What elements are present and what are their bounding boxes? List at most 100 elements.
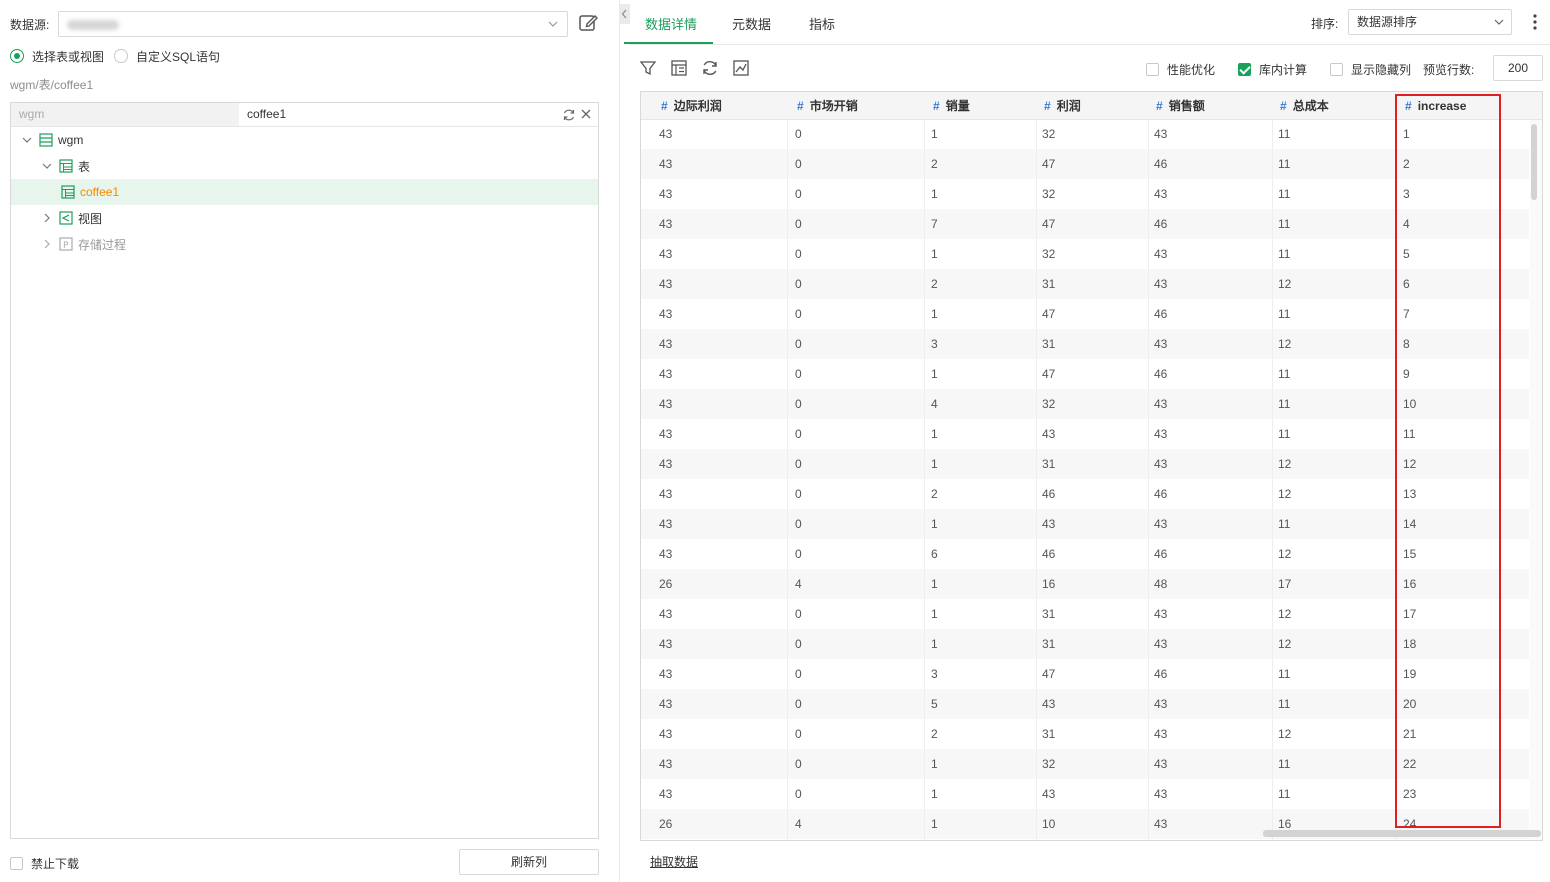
close-icon[interactable] <box>580 108 592 120</box>
tree-node-coffee1[interactable]: coffee1 <box>11 179 598 205</box>
table-cell: 47 <box>1042 307 1056 321</box>
tree-node-tables[interactable]: 表 <box>11 153 598 179</box>
table-cell: 0 <box>795 247 802 261</box>
column-header[interactable]: # 市场开销 <box>797 92 858 120</box>
preview-rows-label: 预览行数: <box>1423 63 1475 77</box>
table-cell: 2 <box>931 157 938 171</box>
table-cell: 10 <box>1042 817 1056 831</box>
more-vertical-icon[interactable] <box>1529 13 1541 31</box>
panel-divider[interactable] <box>619 0 620 882</box>
ban-download-checkbox[interactable] <box>10 857 23 870</box>
table-cell: 43 <box>1154 277 1168 291</box>
perf-checkbox[interactable] <box>1146 63 1159 76</box>
table-cell: 31 <box>1042 637 1056 651</box>
table-cell: 43 <box>659 547 673 561</box>
column-header[interactable]: # 总成本 <box>1280 92 1329 120</box>
vertical-scrollbar-thumb[interactable] <box>1531 124 1537 200</box>
table-cell: 0 <box>795 637 802 651</box>
chevron-down-icon[interactable] <box>21 134 33 146</box>
numeric-type-icon: # <box>933 99 940 113</box>
extract-data-link[interactable]: 抽取数据 <box>650 853 698 870</box>
tree-db-field[interactable]: wgm <box>11 103 239 126</box>
show-hidden-checkbox[interactable] <box>1330 63 1343 76</box>
tree-table-field[interactable]: coffee1 <box>239 103 598 126</box>
table-cell: 11 <box>1278 757 1291 771</box>
refresh-icon[interactable] <box>562 108 576 122</box>
tree-node-procedures[interactable]: P 存储过程 <box>11 231 598 257</box>
column-divider <box>1272 120 1273 840</box>
table-cell: 32 <box>1042 757 1056 771</box>
tree-node-views[interactable]: 视图 <box>11 205 598 231</box>
chevron-right-icon[interactable] <box>41 212 53 224</box>
sort-label: 排序: <box>1311 17 1339 31</box>
tab-metadata[interactable]: 元数据 <box>732 14 771 33</box>
table-cell: 0 <box>795 547 802 561</box>
numeric-type-icon: # <box>1280 99 1287 113</box>
in-db-checkbox[interactable] <box>1238 63 1251 76</box>
table-cell: 46 <box>1154 547 1168 561</box>
table-cell: 12 <box>1278 337 1292 351</box>
table-icon <box>61 185 75 199</box>
table-cell: 11 <box>1278 697 1291 711</box>
ban-download-label: 禁止下载 <box>31 857 80 871</box>
preview-rows-input[interactable]: 200 <box>1493 55 1543 81</box>
radio-custom-sql[interactable] <box>114 49 129 63</box>
table-cell: 43 <box>659 667 673 681</box>
filter-icon[interactable] <box>639 59 657 77</box>
table-cell: 11 <box>1278 217 1291 231</box>
table-cell: 43 <box>1154 727 1168 741</box>
table-cell: 0 <box>795 757 802 771</box>
column-header[interactable]: # 销售额 <box>1156 92 1205 120</box>
table-cell: 47 <box>1042 367 1056 381</box>
horizontal-scrollbar-thumb[interactable] <box>1263 830 1541 837</box>
table-cell: 0 <box>795 307 802 321</box>
table-cell: 43 <box>659 457 673 471</box>
table-cell: 12 <box>1278 637 1292 651</box>
table-cell: 4 <box>931 397 938 411</box>
table-cell: 43 <box>1154 337 1168 351</box>
table-cell: 0 <box>795 487 802 501</box>
radio-select-table[interactable] <box>10 49 24 63</box>
sort-select[interactable]: 数据源排序 <box>1348 9 1512 35</box>
table-cell: 1 <box>931 607 938 621</box>
chevron-down-icon <box>1494 19 1504 25</box>
column-header[interactable]: # 销量 <box>933 92 970 120</box>
chevron-down-icon <box>548 21 558 27</box>
refresh-icon[interactable] <box>701 59 719 77</box>
table-cell: 43 <box>1154 697 1168 711</box>
active-tab-indicator <box>624 42 713 44</box>
vertical-scrollbar-track[interactable] <box>1530 120 1542 840</box>
ban-download[interactable]: 禁止下载 <box>10 855 79 872</box>
table-cell: 43 <box>659 307 673 321</box>
tab-metrics[interactable]: 指标 <box>809 14 835 33</box>
table-cell: 48 <box>1154 577 1168 591</box>
column-header-label: 销售额 <box>1168 99 1205 113</box>
column-header[interactable]: # 利润 <box>1044 92 1081 120</box>
refresh-columns-button[interactable]: 刷新列 <box>459 849 599 875</box>
table-cell: 1 <box>931 307 938 321</box>
table-cell: 1 <box>931 367 938 381</box>
column-header[interactable]: # 边际利润 <box>661 92 722 120</box>
option-in-db[interactable]: 库内计算 <box>1238 61 1307 78</box>
chevron-down-icon[interactable] <box>41 160 53 172</box>
perf-label: 性能优化 <box>1167 63 1216 77</box>
chart-preview-icon[interactable] <box>732 59 750 77</box>
table-cell: 4 <box>795 817 802 831</box>
chevron-right-icon[interactable] <box>41 238 53 250</box>
collapse-panel-toggle[interactable] <box>619 4 630 24</box>
edit-icon[interactable] <box>578 13 598 33</box>
column-header-label: 利润 <box>1056 99 1081 113</box>
table-cell: 0 <box>795 127 802 141</box>
calc-field-icon[interactable] <box>670 59 688 77</box>
tab-data-detail[interactable]: 数据详情 <box>645 14 697 33</box>
tree-node-wgm[interactable]: wgm <box>11 127 598 153</box>
table-cell: 43 <box>1154 517 1168 531</box>
option-show-hidden[interactable]: 显示隐藏列 <box>1330 61 1411 78</box>
table-cell: 12 <box>1278 457 1292 471</box>
datasource-select[interactable] <box>58 11 568 37</box>
table-cell: 11 <box>1278 157 1291 171</box>
option-perf[interactable]: 性能优化 <box>1146 61 1215 78</box>
table-cell: 0 <box>795 217 802 231</box>
table-cell: 47 <box>1042 667 1056 681</box>
table-cell: 43 <box>1154 427 1168 441</box>
